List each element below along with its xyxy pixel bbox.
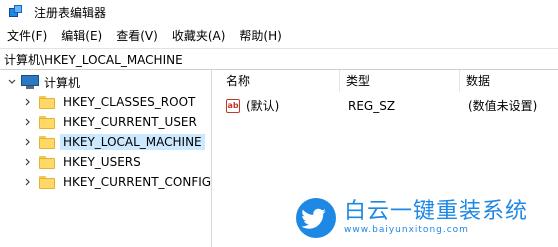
menu-favorites[interactable]: 收藏夹(A) bbox=[165, 26, 233, 46]
menu-help[interactable]: 帮助(H) bbox=[232, 26, 288, 46]
chevron-right-icon[interactable] bbox=[23, 117, 33, 127]
menu-edit[interactable]: 编辑(E) bbox=[54, 26, 109, 46]
chevron-down-icon[interactable] bbox=[7, 77, 17, 87]
watermark-url: www.baiyunxitong.com bbox=[344, 225, 469, 235]
column-header-data[interactable]: 数据 bbox=[460, 70, 558, 92]
chevron-right-icon[interactable] bbox=[23, 177, 33, 187]
tree-item-label: HKEY_CLASSES_ROOT bbox=[63, 95, 196, 109]
twitter-bird-logo-icon bbox=[296, 198, 336, 238]
tree-root-label: 计算机 bbox=[44, 75, 81, 90]
folder-icon bbox=[39, 95, 55, 109]
folder-icon bbox=[39, 155, 55, 169]
address-bar[interactable]: 计算机\HKEY_LOCAL_MACHINE bbox=[0, 48, 558, 70]
ab-string-icon: ab bbox=[226, 99, 240, 113]
tree-root-computer[interactable]: 计算机 bbox=[7, 72, 80, 92]
tree-item-label: HKEY_CURRENT_CONFIG bbox=[63, 175, 212, 189]
folder-icon bbox=[39, 175, 55, 189]
computer-icon bbox=[21, 75, 39, 89]
chevron-right-icon[interactable] bbox=[23, 137, 33, 147]
menu-file[interactable]: 文件(F) bbox=[0, 26, 54, 46]
title-bar: 注册表编辑器 bbox=[0, 0, 558, 24]
tree-item-hkey-users[interactable]: HKEY_USERS bbox=[23, 152, 144, 172]
tree-item-hkey-local-machine[interactable]: HKEY_LOCAL_MACHINE bbox=[23, 132, 205, 152]
column-header-type[interactable]: 类型 bbox=[340, 70, 460, 92]
value-type: REG_SZ bbox=[348, 99, 396, 113]
tree-item-hkey-classes-root[interactable]: HKEY_CLASSES_ROOT bbox=[23, 92, 198, 112]
window-title: 注册表编辑器 bbox=[34, 5, 107, 20]
tree-item-hkey-current-user[interactable]: HKEY_CURRENT_USER bbox=[23, 112, 200, 132]
address-path: 计算机\HKEY_LOCAL_MACHINE bbox=[4, 52, 183, 67]
tree-item-label: HKEY_LOCAL_MACHINE bbox=[60, 134, 205, 150]
tree-item-label: HKEY_USERS bbox=[63, 155, 141, 169]
watermark: 白云一键重装系统 www.baiyunxitong.com bbox=[294, 196, 528, 240]
chevron-right-icon[interactable] bbox=[23, 157, 33, 167]
value-row[interactable]: ab (默认) REG_SZ (数值未设置) bbox=[220, 96, 558, 116]
menu-bar: 文件(F) 编辑(E) 查看(V) 收藏夹(A) 帮助(H) bbox=[0, 26, 558, 46]
watermark-title: 白云一键重装系统 bbox=[344, 199, 529, 224]
chevron-right-icon[interactable] bbox=[23, 97, 33, 107]
tree-item-hkey-current-config[interactable]: HKEY_CURRENT_CONFIG bbox=[23, 172, 214, 192]
folder-icon bbox=[39, 115, 55, 129]
value-name: (默认) bbox=[246, 99, 280, 113]
key-tree-pane: 计算机 HKEY_CLASSES_ROOT HKEY_CURRENT_USER … bbox=[0, 70, 212, 247]
tree-item-label: HKEY_CURRENT_USER bbox=[63, 115, 197, 129]
value-data: (数值未设置) bbox=[468, 99, 538, 113]
menu-view[interactable]: 查看(V) bbox=[109, 26, 165, 46]
folder-icon bbox=[39, 135, 55, 149]
column-header-name[interactable]: 名称 bbox=[220, 70, 340, 92]
regedit-app-icon bbox=[8, 4, 24, 20]
